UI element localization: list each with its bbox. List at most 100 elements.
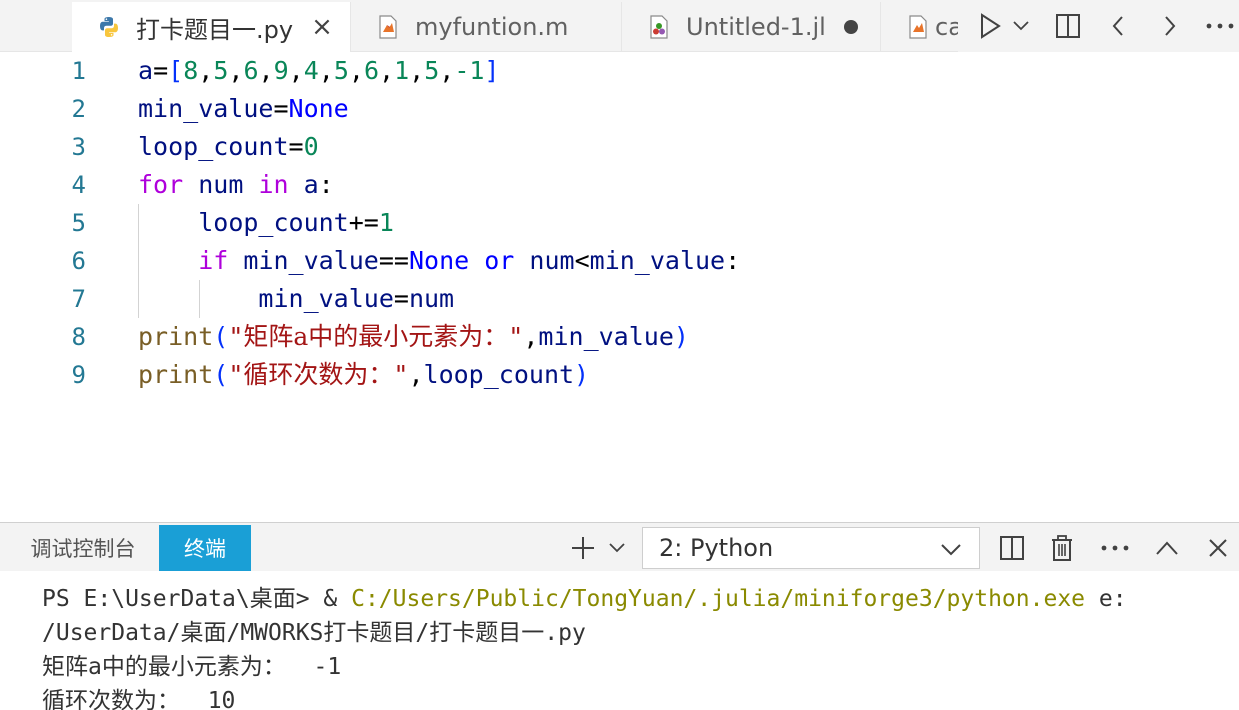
code-token: 6 [363,56,379,85]
terminal-line: PS E:\UserData\桌面> & C:/Users/Public/Ton… [42,582,1127,616]
code-token: == [378,246,409,275]
code-token: min_value [258,284,394,313]
code-content: loop_count=0 [138,128,319,166]
terminal-exe-path: C:/Users/Public/TongYuan/.julia/miniforg… [351,586,1086,612]
code-line[interactable]: 1 a=[8,5,6,9,4,5,6,1,5,-1] [0,52,1239,90]
code-content: print("循环次数为：",loop_count) [138,356,589,394]
chevron-down-icon[interactable] [1008,10,1034,42]
tab-matlab-file-partial[interactable]: ca [881,2,958,52]
panel-header: 调试控制台 终端 2: Python [0,523,1239,571]
code-token: += [348,208,379,237]
close-panel-icon[interactable] [1204,531,1232,565]
tab-debug-console[interactable]: 调试控制台 [8,525,158,571]
bottom-panel: 调试控制台 终端 2: Python PS E:\UserData\桌面> & … [0,522,1239,710]
terminal-line: 矩阵a中的最小元素为： -1 [42,654,342,680]
terminal-arg: e: [1085,586,1127,612]
line-number: 1 [71,57,86,85]
code-token: a [303,170,319,199]
chevron-right-icon[interactable] [1156,10,1184,42]
code-line[interactable]: 3 loop_count=0 [0,128,1239,166]
julia-file-icon [646,14,672,40]
more-actions-icon[interactable] [1204,10,1236,42]
code-token: min_value [538,322,674,351]
code-token: ] [484,56,500,85]
python-file-icon [96,14,122,40]
code-content: min_value=None [138,90,349,128]
code-editor[interactable]: 1 a=[8,5,6,9,4,5,6,1,5,-1] 2 min_value=None… [0,52,1239,522]
code-token: ) [574,360,590,389]
tab-matlab-file[interactable]: myfuntion.m [351,2,621,52]
code-token: " [393,360,409,389]
code-token: " [508,322,524,351]
tab-python-file[interactable]: 打卡题目一.py × [72,2,350,52]
editor-tab-bar: 打卡题目一.py × myfuntion.m Untitled-1.jl ca [0,0,1239,52]
terminal-output[interactable]: PS E:\UserData\桌面> & C:/Users/Public/Ton… [0,571,1239,710]
code-content: print("矩阵a中的最小元素为：",min_value) [138,318,689,356]
code-token: , [258,56,274,85]
code-token: 矩阵a中的最小元素为： [243,322,509,351]
code-token: , [288,56,304,85]
close-icon[interactable]: × [311,12,333,42]
line-number: 7 [71,285,86,313]
code-token: " [228,360,244,389]
code-token: 循环次数为： [243,360,394,389]
code-token: , [318,56,334,85]
code-line[interactable]: 7 min_value=num [0,280,1239,318]
code-token: or [484,246,515,275]
code-token: : [725,246,741,275]
code-line[interactable]: 8 print("矩阵a中的最小元素为：",min_value) [0,318,1239,356]
code-token: ) [673,322,689,351]
code-content: if min_value==None or num<min_value: [138,242,740,280]
split-editor-icon[interactable] [1052,10,1084,42]
split-terminal-icon[interactable] [996,531,1028,565]
code-token: 1 [378,208,394,237]
new-terminal-icon[interactable] [566,531,600,565]
code-content: for num in a: [138,166,334,204]
code-token: , [228,56,244,85]
code-content: a=[8,5,6,9,4,5,6,1,5,-1] [138,52,499,90]
code-content: min_value=num [138,280,454,318]
code-token: = [153,56,169,85]
code-token: num [408,284,455,313]
chevron-left-icon[interactable] [1104,10,1132,42]
code-token: num [529,246,575,275]
tab-label: 打卡题目一.py [136,15,294,44]
code-token: 5 [424,56,440,85]
line-number: 4 [71,171,86,199]
code-token: print [138,322,214,351]
editor-actions [958,0,1239,52]
code-token: = [273,94,289,123]
code-line[interactable]: 2 min_value=None [0,90,1239,128]
line-number: 2 [71,95,86,123]
code-line[interactable]: 9 print("循环次数为：",loop_count) [0,356,1239,394]
more-actions-icon[interactable] [1098,531,1132,565]
code-line[interactable]: 6 if min_value==None or num<min_value: [0,242,1239,280]
maximize-panel-icon[interactable] [1152,531,1182,565]
code-line[interactable]: 5 loop_count+=1 [0,204,1239,242]
run-icon[interactable] [974,10,1006,42]
code-token: 8 [183,56,199,85]
code-token: 9 [273,56,289,85]
terminal-line: 循环次数为： 10 [42,688,236,710]
terminal-call-operator: & [323,586,352,612]
code-token: 0 [303,132,319,161]
code-token: min_value [243,246,379,275]
code-token: , [198,56,214,85]
code-token: , [408,360,424,389]
tab-label: ca [935,13,958,41]
terminal-selector[interactable]: 2: Python [642,527,980,569]
terminal-selector-value: 2: Python [659,534,774,562]
chevron-down-icon[interactable] [604,531,630,565]
code-content: loop_count+=1 [138,204,394,242]
terminal-line: /UserData/桌面/MWORKS打卡题目/打卡题目一.py [42,620,586,646]
code-token: None [408,246,470,275]
code-line[interactable]: 4 for num in a: [0,166,1239,204]
trash-icon[interactable] [1046,531,1078,565]
tab-julia-file[interactable]: Untitled-1.jl [622,2,880,52]
tab-terminal[interactable]: 终端 [159,525,251,571]
